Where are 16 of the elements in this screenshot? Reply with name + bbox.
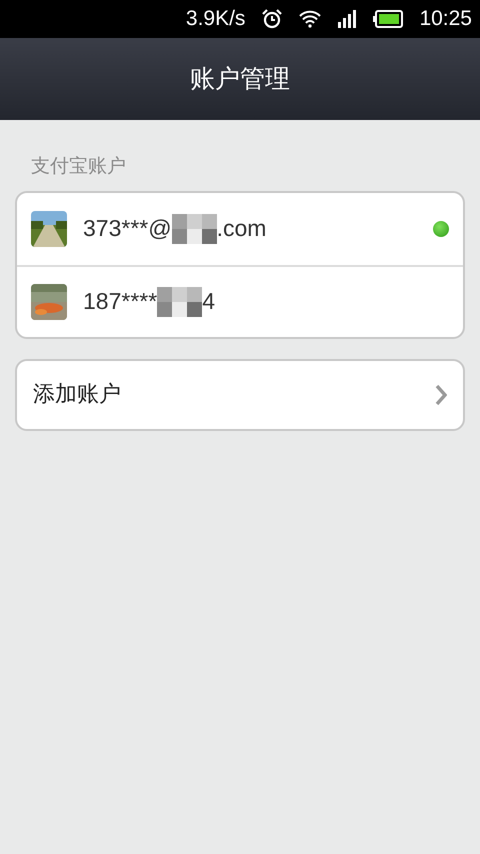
clock-time: 10:25 [419, 6, 472, 32]
alarm-icon [261, 8, 284, 30]
section-title: 支付宝账户 [31, 155, 126, 177]
network-speed: 3.9K/s [186, 6, 246, 32]
account-name: 187**** [83, 287, 158, 316]
account-name: .com [216, 214, 266, 244]
redaction-mosaic [172, 214, 217, 244]
wifi-icon [299, 10, 322, 28]
page-title: 账户管理 [190, 63, 290, 96]
signal-icon [337, 10, 358, 28]
account-name: 4 [202, 287, 215, 316]
account-name: 373***@ [83, 214, 172, 244]
redaction-mosaic [157, 286, 202, 316]
add-account-button[interactable]: 添加账户 [15, 358, 465, 430]
chevron-icon [435, 384, 447, 406]
battery-icon [373, 10, 404, 28]
